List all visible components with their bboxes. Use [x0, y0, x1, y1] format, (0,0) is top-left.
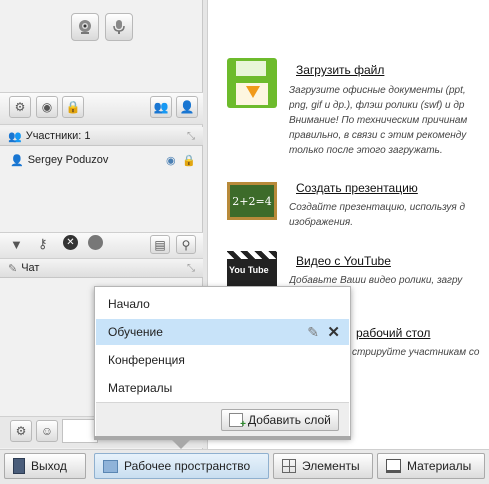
- resize-icon[interactable]: ⤡: [187, 131, 195, 142]
- user-rights-button[interactable]: 👤: [176, 96, 198, 118]
- moderator-icon: 🔒: [182, 154, 196, 167]
- share-desktop-link[interactable]: рабочий стол: [356, 326, 430, 340]
- smiley-icon: ☺: [40, 424, 54, 438]
- exit-label: Выход: [31, 459, 67, 473]
- key-icon[interactable]: ⚷: [38, 236, 48, 252]
- save-file-icon: [227, 58, 277, 108]
- presentation-board-icon: [386, 459, 401, 473]
- chat-title: Чат: [21, 262, 40, 274]
- filter-icon[interactable]: ▼: [10, 237, 23, 252]
- microphone-icon: [113, 20, 125, 34]
- add-layer-label: Добавить слой: [248, 413, 331, 427]
- print-chat-button[interactable]: ▤: [150, 235, 170, 254]
- gear-icon: ⚙: [15, 424, 27, 438]
- webcam-icon: [79, 20, 91, 34]
- layer-item-conference[interactable]: Конференция: [96, 347, 349, 373]
- chalkboard-icon: 2+2=4: [227, 182, 277, 220]
- add-layer-icon: +: [229, 413, 246, 430]
- upload-description: Загрузите офисные документы (ppt, png, gi…: [289, 85, 468, 156]
- users-icon: 👥: [153, 100, 169, 114]
- edit-pencil-icon[interactable]: ✎: [307, 324, 319, 341]
- workspace-icon: [103, 459, 118, 473]
- resize-icon[interactable]: ⤡: [187, 263, 195, 274]
- pin-chat-button[interactable]: ⚲: [176, 235, 196, 254]
- exit-button[interactable]: Выход: [4, 453, 86, 479]
- lock-button[interactable]: 🔒: [62, 96, 84, 118]
- microphone-button[interactable]: [105, 13, 133, 41]
- youtube-video-link[interactable]: Видео с YouTube: [296, 254, 391, 268]
- popup-bottom-border: [94, 436, 351, 440]
- participants-header: 👥 Участники: 1 ⤡: [0, 127, 203, 146]
- participant-name: Sergey Poduzov: [27, 154, 109, 166]
- door-icon: [13, 458, 25, 474]
- layer-item-materials[interactable]: Материалы: [96, 375, 349, 401]
- status-icon[interactable]: [88, 235, 103, 250]
- desktop-description: стрируйте участникам со: [352, 347, 480, 358]
- delete-icon[interactable]: ✕: [327, 323, 340, 341]
- youtube-icon: You Tube: [227, 251, 277, 291]
- settings-button[interactable]: ⚙: [9, 96, 31, 118]
- pin-icon: ⚲: [181, 237, 191, 252]
- gear-icon: ⚙: [14, 100, 26, 114]
- user-icon: 👤: [10, 154, 24, 167]
- layer-item-label: Обучение: [108, 325, 163, 339]
- layers-menu: Начало Обучение ✎ ✕ Конференция Материал…: [94, 286, 351, 438]
- grid-icon: [282, 459, 296, 473]
- user-settings-icon: 👤: [179, 100, 195, 114]
- webcam-status-icon: ◉: [166, 154, 176, 167]
- tab-workspace[interactable]: Рабочее пространство: [94, 453, 269, 479]
- create-presentation-link[interactable]: Создать презентацию: [296, 181, 418, 195]
- presentation-description: Создайте презентацию, используя д изображ…: [289, 202, 466, 228]
- chat-icon: ✎: [8, 262, 18, 275]
- webcam-small-icon: ◉: [41, 100, 53, 114]
- layer-item-start[interactable]: Начало: [96, 291, 349, 317]
- webcam-button[interactable]: [71, 13, 99, 41]
- tab-materials[interactable]: Материалы: [377, 453, 485, 479]
- workspace-label: Рабочее пространство: [124, 459, 251, 473]
- chat-settings-button[interactable]: ⚙: [10, 420, 32, 442]
- smiley-button[interactable]: ☺: [36, 420, 58, 442]
- print-icon: ▤: [154, 237, 166, 252]
- participant-row[interactable]: 👤 Sergey Poduzov ◉ 🔒: [10, 152, 200, 168]
- chat-input[interactable]: [62, 419, 98, 443]
- webcam-settings-button[interactable]: ◉: [36, 96, 58, 118]
- upload-file-link[interactable]: Загрузить файл: [296, 63, 384, 77]
- add-user-button[interactable]: 👥: [150, 96, 172, 118]
- clear-icon[interactable]: ✕: [63, 235, 78, 250]
- tab-elements[interactable]: Элементы: [273, 453, 373, 479]
- materials-label: Материалы: [407, 459, 472, 473]
- chat-header: ✎ Чат ⤡: [0, 259, 203, 278]
- layer-item-training[interactable]: Обучение ✎ ✕: [96, 319, 349, 345]
- lock-icon: 🔒: [65, 100, 81, 114]
- elements-label: Элементы: [302, 459, 360, 473]
- participants-icon: 👥: [8, 130, 22, 143]
- participants-count: Участники: 1: [25, 130, 91, 142]
- add-layer-button[interactable]: + Добавить слой: [221, 409, 339, 431]
- popup-arrow: [172, 440, 190, 449]
